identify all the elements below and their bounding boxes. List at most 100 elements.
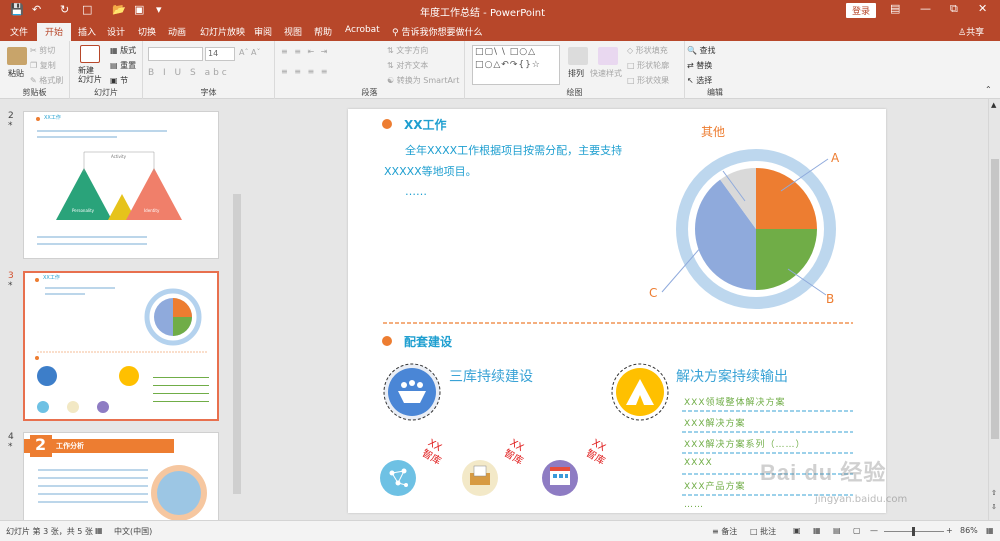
shapes-gallery[interactable]: □▢\ \ □○△ □○△↶↷{}☆ [472,45,560,85]
new-slide-icon[interactable] [80,45,100,63]
body-ellipsis[interactable]: …… [405,185,427,198]
close-icon[interactable]: ✕ [978,2,987,15]
replace-button[interactable]: ⇄ 替换 [687,60,712,71]
normal-view-icon[interactable]: ▣ [793,526,801,535]
tab-animations[interactable]: 动画 [168,25,186,38]
solution-list-item[interactable]: XXXX [684,458,713,468]
spellcheck-icon[interactable]: ▦ [95,526,103,535]
list-buttons[interactable]: ≡ ≡ ⇤ ⇥ [281,47,329,56]
quick-styles-icon[interactable] [598,47,618,65]
new-slide-button[interactable]: 新建 幻灯片 [78,66,102,84]
slide-vertical-scrollbar[interactable]: ▲ ⇧ ⇩ [988,99,1000,520]
share-button[interactable]: ♙共享 [958,25,984,38]
paste-icon[interactable] [7,47,27,65]
login-button[interactable]: 登录 [846,3,877,18]
layout-button[interactable]: ▦ 版式 [110,45,136,56]
arrange-icon[interactable] [568,47,588,65]
thumbnail-slide-4[interactable]: 2 工作分析 [23,432,219,532]
tab-acrobat[interactable]: Acrobat [345,25,380,35]
zoom-in-icon[interactable]: + [946,526,953,535]
tab-slideshow[interactable]: 幻灯片放映 [200,25,245,38]
align-buttons[interactable]: ≡ ≡ ≡ ≡ [281,67,329,76]
body-text-line1[interactable]: 全年XXXX工作根据项目按需分配，主要支持 [405,142,622,158]
tab-help[interactable]: 帮助 [314,25,332,38]
format-painter-button[interactable]: ✎ 格式刷 [30,75,63,86]
save-icon[interactable]: 💾 [10,3,24,16]
tab-insert[interactable]: 插入 [78,25,96,38]
minimize-icon[interactable]: — [920,2,931,15]
language-indicator[interactable]: 中文(中国) [114,526,152,537]
quick-styles-button[interactable]: 快速样式 [590,68,622,79]
text-direction-label: 文字方向 [396,46,429,55]
copy-button[interactable]: ❐ 复制 [30,60,56,71]
undo-icon[interactable]: ↶ [32,3,41,16]
shape-fill-button[interactable]: ◇ 形状填充 [627,45,668,56]
slideshow-view-icon[interactable]: ▢ [853,526,861,535]
zoom-slider-thumb[interactable] [912,527,915,536]
fit-to-window-icon[interactable]: ▦ [986,526,994,535]
section-button[interactable]: ▣ 节 [110,75,128,86]
find-button[interactable]: 🔍 查找 [687,45,716,56]
item1-title[interactable]: 三库持续建设 [449,366,533,386]
tab-file[interactable]: 文件 [10,25,28,38]
reading-view-icon[interactable]: ▤ [833,526,841,535]
slide-scroll-thumb[interactable] [991,159,999,439]
shape-effects-button[interactable]: □ 形状效果 [627,75,669,86]
arrange-button[interactable]: 排列 [568,68,584,79]
restore-icon[interactable]: ⧉ [950,2,958,16]
collapse-ribbon-icon[interactable]: ⌃ [985,85,992,94]
thumbnail-4-graphic [24,435,207,521]
cut-label: 剪切 [39,46,56,55]
paste-button[interactable]: 粘贴 [8,68,24,79]
tab-home[interactable]: 开始 [37,23,72,41]
notes-button[interactable]: ≡ 备注 [712,526,737,537]
slide-sorter-icon[interactable]: ▦ [813,526,821,535]
scroll-up-icon[interactable]: ▲ [991,101,996,109]
solution-list-item[interactable]: XXX领域整体解决方案 [684,395,786,408]
redo-icon[interactable]: ↻ [60,3,69,16]
thumbnail-scrollbar[interactable] [232,99,242,520]
thumbnail-slide-3[interactable]: XX工作 [23,271,219,421]
section2-title[interactable]: 配套建设 [404,333,452,350]
tab-design[interactable]: 设计 [107,25,125,38]
open-file-icon[interactable]: 📂 [112,3,126,16]
current-slide[interactable]: XX工作 全年XXXX工作根据项目按需分配，主要支持 XXXXX等地项目。 ……… [348,109,886,513]
shape-outline-button[interactable]: □ 形状轮廓 [627,60,669,71]
customize-toolbar-icon[interactable]: ▾ [156,3,162,16]
text-direction-button[interactable]: ⇅ 文字方向 [387,45,428,56]
thumbnail-scroll-thumb[interactable] [233,194,241,494]
font-name-field[interactable] [148,47,203,61]
tab-view[interactable]: 视图 [284,25,302,38]
body-text-line2[interactable]: XXXXX等地项目。 [384,163,477,179]
tab-review[interactable]: 审阅 [254,25,272,38]
tell-me-search[interactable]: ⚲ 告诉我你想要做什么 [392,25,482,38]
thumbnail-2-graphic [36,117,182,245]
section1-title[interactable]: XX工作 [404,116,447,133]
convert-smartart-button[interactable]: ☯ 转换为 SmartArt [387,75,459,86]
solution-list-item[interactable]: …… [684,500,704,510]
zoom-level[interactable]: 86% [960,526,978,535]
reset-button[interactable]: ▤ 重置 [110,60,136,71]
solution-list-item[interactable]: XXX解决方案系列（……） [684,437,806,450]
solution-list-item[interactable]: XXX产品方案 [684,479,746,492]
select-button[interactable]: ↖ 选择 [687,75,712,86]
zoom-out-icon[interactable]: — [870,526,878,535]
font-grow-shrink-icons[interactable]: Aˆ Aˇ [239,48,261,57]
font-size-field[interactable]: 14 [205,47,235,61]
tab-transitions[interactable]: 切换 [138,25,156,38]
comments-button[interactable]: □ 批注 [750,526,776,537]
next-slide-icon[interactable]: ⇩ [991,503,997,511]
reset-label: 重置 [120,61,137,70]
new-file-icon[interactable]: □ [82,3,92,16]
item2-title[interactable]: 解决方案持续输出 [676,366,788,386]
slideshow-icon[interactable]: ▣ [134,3,144,16]
thumb-title: 工作分析 [56,442,84,450]
ribbon-options-icon[interactable]: ▤ [890,2,900,15]
thumbnail-slide-2[interactable]: XX工作 Personality Activity Identity [23,111,219,259]
solution-list-item[interactable]: XXX解决方案 [684,416,746,429]
align-text-button[interactable]: ⇅ 对齐文本 [387,60,428,71]
prev-slide-icon[interactable]: ⇧ [991,489,997,497]
font-format-buttons[interactable]: B I U S abc [148,68,230,78]
cut-button[interactable]: ✂ 剪切 [30,45,55,56]
tell-me-label: 告诉我你想要做什么 [401,28,483,38]
